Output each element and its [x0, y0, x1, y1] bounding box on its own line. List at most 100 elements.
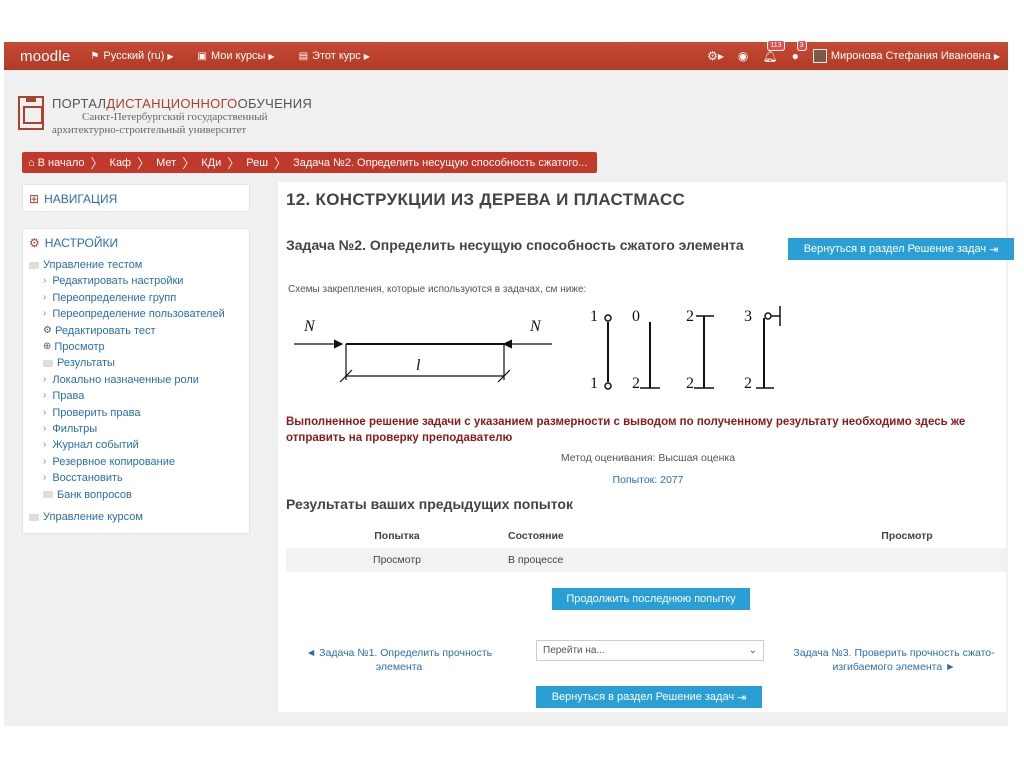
- breadcrumb: ⌂ В начало 〉 Каф 〉 Мет 〉 КДи 〉 Реш 〉 Зада…: [22, 152, 598, 173]
- settings-item[interactable]: › Переопределение групп: [29, 290, 249, 306]
- sitemap-icon: ⊞: [29, 192, 40, 206]
- breadcrumb-item[interactable]: Реш: [246, 157, 268, 169]
- back-to-section-button[interactable]: Вернуться в раздел Решение задач ⇥: [788, 238, 1014, 260]
- cogs-icon: ⚙: [29, 236, 40, 250]
- sign-in-icon: ⇥: [989, 243, 999, 256]
- settings-item[interactable]: Результаты: [29, 355, 249, 371]
- chevron-right-icon: ›: [43, 472, 47, 484]
- avatar: [812, 49, 827, 63]
- table-cell: В процессе: [508, 554, 564, 566]
- user-name: Миронова Стефания Ивановна: [830, 50, 991, 62]
- main-content: 12. КОНСТРУКЦИИ ИЗ ДЕРЕВА И ПЛАСТМАСС За…: [278, 182, 1014, 712]
- my-courses-menu[interactable]: ▣ Мои курсы ▶: [198, 50, 275, 62]
- course-admin-item[interactable]: Управление курсом: [29, 509, 249, 525]
- folder-icon: [29, 513, 39, 521]
- s1-top-label: 1: [590, 308, 598, 325]
- settings-item[interactable]: › Редактировать настройки: [29, 273, 249, 289]
- settings-title[interactable]: ⚙ НАСТРОЙКИ: [23, 229, 249, 257]
- force-left-label: N: [303, 318, 316, 335]
- breadcrumb-separator: 〉: [227, 156, 241, 171]
- s2-top-label: 0: [632, 308, 640, 325]
- sign-in-icon: ⇥: [737, 691, 747, 704]
- column-header: Просмотр: [881, 530, 933, 542]
- settings-item[interactable]: › Восстановить: [29, 470, 249, 486]
- notifications-badge: 113: [767, 40, 785, 51]
- top-navbar: moodle ⚑ Русский (ru) ▶ ▣ Мои курсы ▶ ▤ …: [4, 40, 1008, 70]
- gear-icon: ⚙: [43, 324, 52, 336]
- folder-icon: [29, 261, 39, 269]
- settings-list: Управление тестом › Редактировать настрой…: [23, 257, 249, 526]
- settings-item[interactable]: › Фильтры: [29, 421, 249, 437]
- chevron-right-icon: ›: [43, 455, 47, 467]
- back-to-section-button-bottom[interactable]: Вернуться в раздел Решение задач ⇥: [536, 686, 762, 708]
- settings-item[interactable]: › Резервное копирование: [29, 454, 249, 470]
- user-menu[interactable]: Миронова Стефания Ивановна ▶: [812, 49, 1000, 63]
- settings-item[interactable]: › Журнал событий: [29, 437, 249, 453]
- folder-icon: [43, 491, 53, 499]
- briefcase-icon: ▣: [197, 50, 207, 62]
- settings-item[interactable]: › Переопределение пользователей: [29, 306, 249, 322]
- quiz-admin-item[interactable]: Управление тестом: [29, 257, 249, 273]
- university-emblem-icon: [18, 96, 44, 130]
- bell-icon[interactable]: 🔔︎ 113: [762, 40, 785, 63]
- chevron-right-icon: ›: [43, 390, 47, 402]
- breadcrumb-separator: 〉: [274, 156, 288, 171]
- breadcrumb-home[interactable]: ⌂ В начало: [28, 157, 85, 169]
- force-right-label: N: [529, 318, 542, 335]
- chat-icon[interactable]: ● 3: [792, 40, 807, 63]
- s4-bottom-label: 2: [744, 375, 752, 392]
- flag-icon: ⚑: [90, 50, 100, 62]
- breadcrumb-current: Задача №2. Определить несущую способност…: [293, 156, 588, 169]
- settings-item[interactable]: ⊕ Просмотр: [29, 339, 249, 355]
- support-schemes-diagram: N N l 1 1 0 2 2 2 3 2: [294, 306, 781, 392]
- jump-to-value: Перейти на...: [543, 645, 605, 656]
- jump-to-select[interactable]: Перейти на... ⌄: [536, 640, 764, 661]
- settings-item[interactable]: Банк вопросов: [29, 487, 249, 503]
- my-courses-label: Мои курсы: [210, 50, 266, 62]
- caret-right-icon: ▶: [167, 51, 174, 61]
- previous-attempts-title: Результаты ваших предыдущих попыток: [286, 496, 573, 512]
- chevron-right-icon: ›: [43, 291, 47, 303]
- attempts-count[interactable]: Попыток: 2077: [278, 474, 1018, 486]
- table-cell: Просмотр: [373, 554, 421, 566]
- settings-item[interactable]: ⚙ Редактировать тест: [29, 323, 249, 339]
- chevron-right-icon: ›: [43, 275, 47, 287]
- brand-logo[interactable]: moodle: [20, 48, 70, 65]
- settings-block: ⚙ НАСТРОЙКИ Управление тестом › Редактиро…: [22, 228, 250, 534]
- chevron-down-icon: ⌄: [748, 645, 757, 656]
- breadcrumb-item[interactable]: КДи: [201, 157, 221, 169]
- continue-attempt-button[interactable]: Продолжить последнюю попытку: [552, 588, 750, 610]
- language-label: Русский (ru): [103, 50, 165, 62]
- s3-top-label: 2: [686, 308, 694, 325]
- s2-bottom-label: 2: [632, 375, 640, 392]
- column-header: Попытка: [374, 530, 420, 542]
- navigation-title[interactable]: ⊞ НАВИГАЦИЯ: [23, 185, 249, 213]
- language-menu[interactable]: ⚑ Русский (ru) ▶: [90, 50, 173, 62]
- gear-icon[interactable]: ⚙▸: [707, 49, 724, 63]
- course-title: 12. КОНСТРУКЦИИ ИЗ ДЕРЕВА И ПЛАСТМАСС: [286, 190, 686, 209]
- column-header: Состояние: [508, 530, 564, 542]
- book-icon: ▤: [298, 50, 309, 62]
- caret-right-icon: ▶: [363, 51, 370, 61]
- breadcrumb-item[interactable]: Каф: [110, 157, 132, 169]
- logo-text: ПОРТАЛДИСТАНЦИОННОГООБУЧЕНИЯ Санкт-Петер…: [52, 96, 313, 136]
- navbar-right: ⚙▸ ◉ 🔔︎ 113 ● 3 Миронова Стефания Ивановна…: [693, 40, 1008, 63]
- table-header: Попытка Состояние Просмотр: [286, 524, 1006, 548]
- settings-item[interactable]: › Локально назначенные роли: [29, 372, 249, 388]
- this-course-menu[interactable]: ▤ Этот курс ▶: [299, 50, 370, 62]
- settings-item[interactable]: › Права: [29, 388, 249, 404]
- task-title: Задача №2. Определить несущую способност…: [286, 237, 744, 253]
- breadcrumb-separator: 〉: [137, 156, 151, 171]
- s1-bottom-label: 1: [590, 375, 598, 392]
- previous-task-link[interactable]: ◄ Задача №1. Определить прочность элемен…: [288, 646, 510, 674]
- chevron-right-icon: ›: [43, 406, 47, 418]
- caret-right-icon: ▶: [268, 51, 275, 61]
- breadcrumb-item[interactable]: Мет: [156, 157, 176, 169]
- portal-logo[interactable]: ПОРТАЛДИСТАНЦИОННОГООБУЧЕНИЯ Санкт-Петер…: [18, 96, 312, 137]
- zoom-icon: ⊕: [43, 341, 52, 353]
- s3-bottom-label: 2: [686, 375, 694, 392]
- next-task-link[interactable]: Задача №3. Проверить прочность сжато-изг…: [788, 646, 1000, 674]
- chevron-right-icon: ›: [43, 439, 47, 451]
- settings-item[interactable]: › Проверить права: [29, 405, 249, 421]
- target-icon[interactable]: ◉: [738, 49, 748, 63]
